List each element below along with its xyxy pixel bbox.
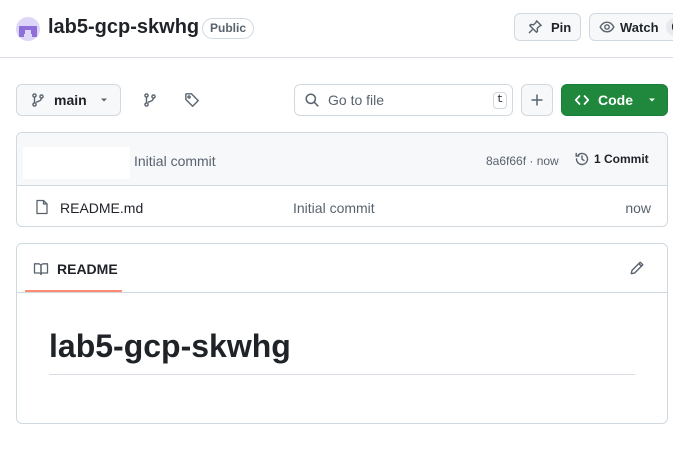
pin-label: Pin xyxy=(551,19,572,35)
pin-icon xyxy=(528,20,542,34)
file-icon xyxy=(36,199,48,215)
watch-button[interactable]: Watch 0 xyxy=(589,13,673,41)
history-icon xyxy=(575,152,589,166)
readme-heading: lab5-gcp-skwhg xyxy=(49,328,291,364)
repo-owner-avatar[interactable] xyxy=(16,17,40,41)
avatar-leg-right xyxy=(32,34,37,37)
eye-icon xyxy=(599,21,615,33)
heading-rule xyxy=(49,374,635,375)
code-label: Code xyxy=(598,92,633,108)
branches-button[interactable] xyxy=(134,84,166,116)
file-row[interactable]: README.md Initial commit now xyxy=(17,187,667,226)
tag-icon xyxy=(185,93,199,107)
avatar-notch xyxy=(25,30,31,34)
readme-divider xyxy=(17,292,667,293)
watch-count: 0 xyxy=(665,18,673,36)
file-commit-message[interactable]: Initial commit xyxy=(293,200,375,216)
file-name-link[interactable]: README.md xyxy=(60,200,143,216)
go-to-file-search[interactable]: t xyxy=(294,84,513,116)
edit-readme-button[interactable] xyxy=(625,256,649,280)
branch-selector[interactable]: main xyxy=(16,84,121,116)
visibility-badge: Public xyxy=(202,18,255,39)
shortcut-key-hint: t xyxy=(493,92,507,109)
latest-commit-message[interactable]: Initial commit xyxy=(134,153,216,169)
pencil-icon xyxy=(630,261,644,275)
code-icon xyxy=(574,95,590,105)
branches-icon xyxy=(144,93,156,107)
avatar-leg-left xyxy=(19,34,24,37)
search-icon xyxy=(305,93,319,107)
tags-button[interactable] xyxy=(176,84,208,116)
file-browser: Initial commit 8a6f66f · now 1 Commit RE… xyxy=(16,132,668,227)
code-button[interactable]: Code xyxy=(561,84,668,116)
repo-name[interactable]: lab5-gcp-skwhg xyxy=(48,16,199,39)
caret-down-icon xyxy=(649,98,655,102)
add-file-button[interactable] xyxy=(521,84,553,116)
watch-label: Watch xyxy=(620,19,659,35)
repo-header: lab5-gcp-skwhg Public Pin Watch 0 xyxy=(0,0,673,58)
book-icon xyxy=(33,263,49,276)
branch-name: main xyxy=(54,92,87,108)
latest-commit-bar: Initial commit 8a6f66f · now 1 Commit xyxy=(17,133,667,186)
commit-author xyxy=(23,147,130,179)
plus-icon xyxy=(531,94,543,106)
readme-panel: README lab5-gcp-skwhg xyxy=(16,243,668,424)
commits-history-link[interactable]: 1 Commit xyxy=(574,151,649,167)
file-commit-time: now xyxy=(625,200,651,216)
git-branch-icon xyxy=(32,93,44,107)
commits-count: 1 Commit xyxy=(594,152,649,166)
search-input[interactable] xyxy=(328,92,478,108)
tab-readme[interactable]: README xyxy=(25,244,122,292)
commit-hash-time[interactable]: 8a6f66f · now xyxy=(486,154,559,168)
pin-button[interactable]: Pin xyxy=(514,13,581,41)
readme-tab-label: README xyxy=(57,261,118,277)
chevron-down-icon xyxy=(100,98,107,102)
